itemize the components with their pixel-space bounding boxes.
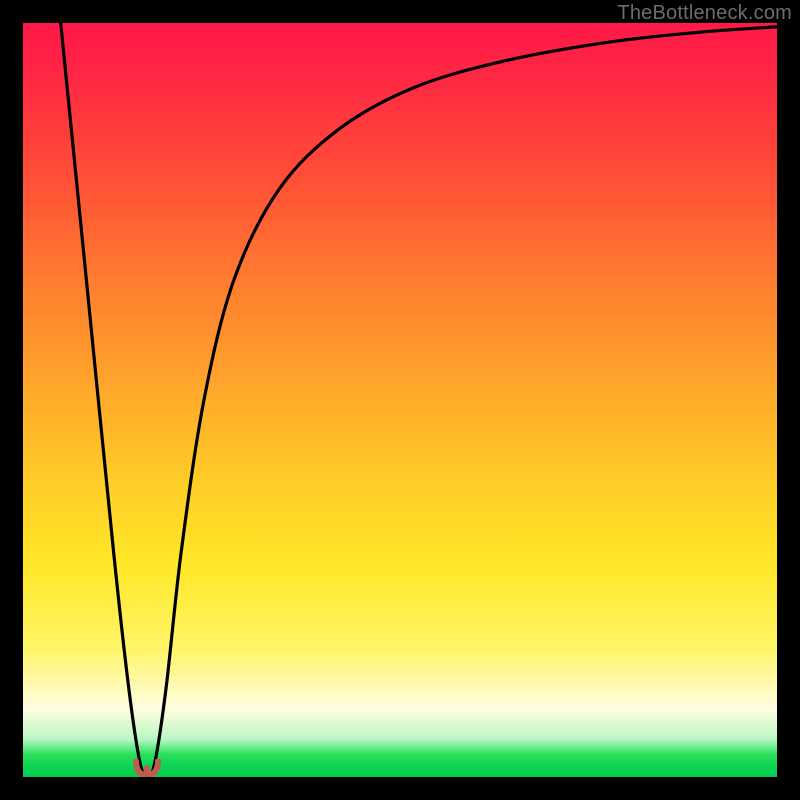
watermark-text: TheBottleneck.com: [617, 2, 792, 25]
bottleneck-curve: [23, 23, 777, 777]
chart-frame: TheBottleneck.com: [0, 0, 800, 800]
plot-area: [23, 23, 777, 777]
min-marker-icon: [132, 759, 162, 777]
